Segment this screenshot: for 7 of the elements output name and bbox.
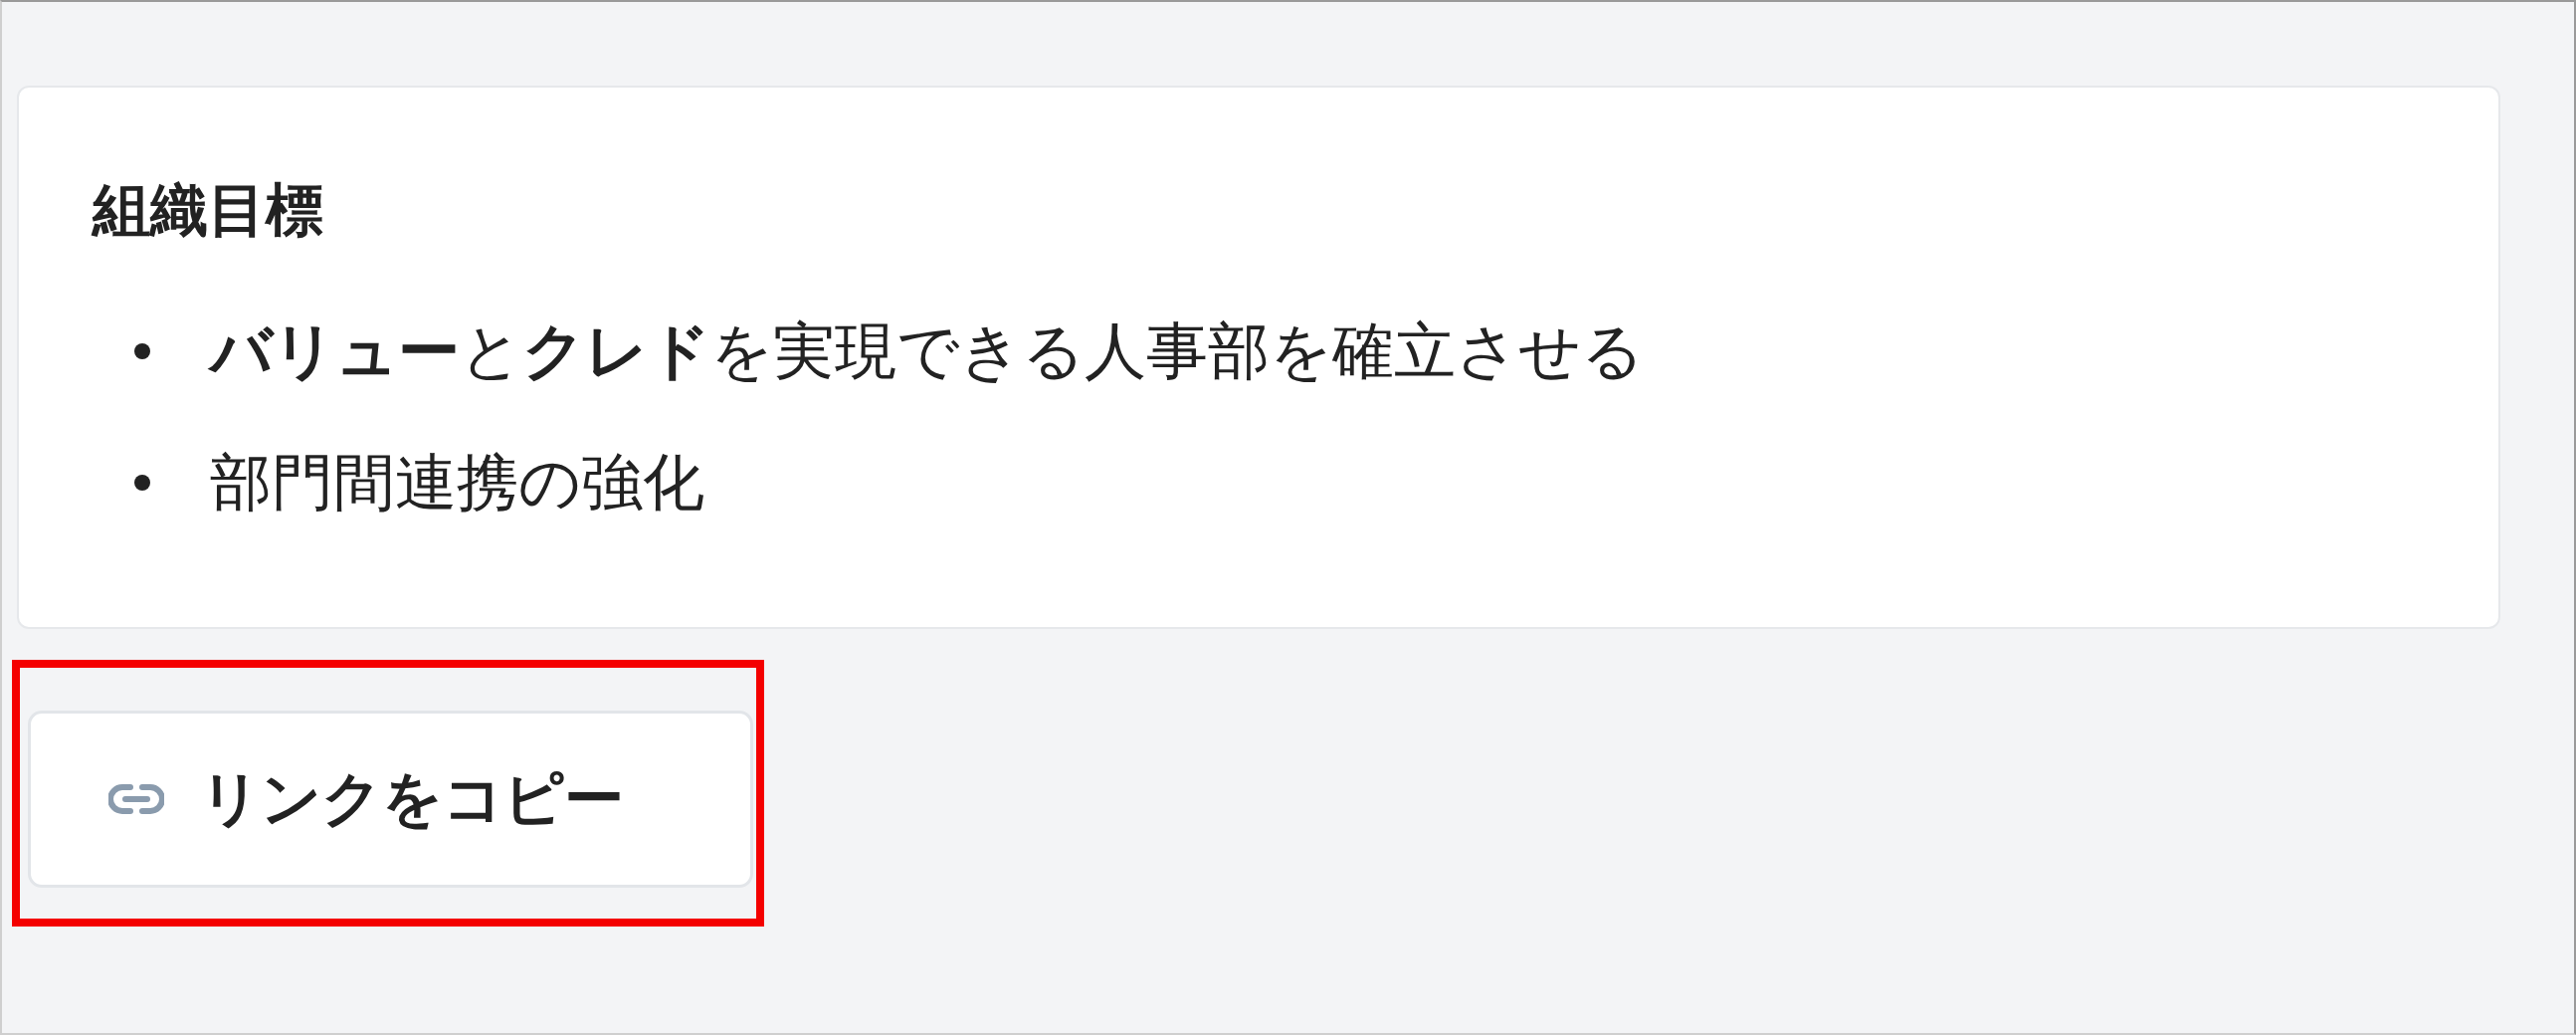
link-icon xyxy=(108,783,164,815)
bullet-icon xyxy=(134,343,150,359)
bullet-icon xyxy=(134,475,150,491)
goal-text: 部門間連携の強化 xyxy=(210,448,704,518)
goal-text: バリューとクレドを実現できる人事部を確立させる xyxy=(210,316,1644,386)
card-title: 組織目標 xyxy=(93,176,323,244)
copy-link-button[interactable]: リンクをコピー xyxy=(28,711,753,888)
